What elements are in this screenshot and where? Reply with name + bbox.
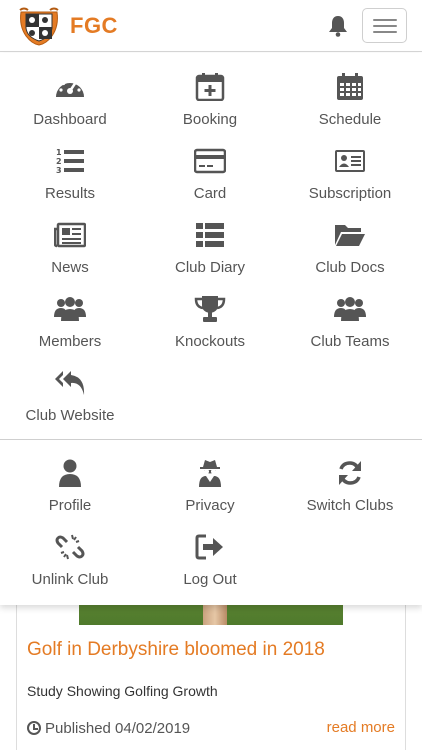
list-table-icon (196, 223, 224, 247)
credit-card-icon (194, 148, 226, 174)
app-header: FGC (0, 0, 422, 52)
svg-text:3: 3 (56, 166, 62, 175)
news-subtitle: Study Showing Golfing Growth (27, 683, 218, 699)
menu-item-label: Club Website (25, 407, 115, 424)
bell-icon[interactable] (328, 15, 348, 37)
menu-item-news[interactable]: News (0, 221, 140, 291)
dashboard-gauge-icon (56, 78, 84, 97)
ordered-list-icon: 1 2 3 (56, 148, 84, 175)
news-date: Published 04/02/2019 (27, 719, 190, 737)
hamburger-bar (373, 19, 397, 21)
brand-name[interactable]: FGC (70, 13, 118, 39)
menu-item-switch-clubs[interactable]: Switch Clubs (280, 459, 420, 529)
menu-item-label: Club Diary (174, 259, 246, 276)
menu-item-club-docs[interactable]: Club Docs (280, 221, 420, 291)
menu-item-label: Switch Clubs (306, 497, 394, 514)
menu-item-club-teams[interactable]: Club Teams (280, 295, 420, 365)
menu-item-card[interactable]: Card (140, 147, 280, 217)
user-secret-icon (199, 460, 221, 487)
menu-item-club-diary[interactable]: Club Diary (140, 221, 280, 291)
menu-item-label: Results (44, 185, 96, 202)
menu-item-label: Schedule (318, 111, 382, 128)
menu-divider (0, 439, 422, 440)
clock-icon (27, 721, 41, 735)
menu-item-results[interactable]: 1 2 3 Results (0, 147, 140, 217)
newspaper-icon (54, 222, 86, 248)
folder-open-icon (335, 225, 365, 246)
menu-item-unlink-club[interactable]: Unlink Club (0, 533, 140, 603)
news-title[interactable]: Golf in Derbyshire bloomed in 2018 (27, 639, 325, 661)
menu-item-profile[interactable]: Profile (0, 459, 140, 529)
menu-item-booking[interactable]: Booking (140, 73, 280, 143)
menu-item-label: Members (38, 333, 102, 350)
menu-item-label: Subscription (308, 185, 392, 202)
menu-item-log-out[interactable]: Log Out (140, 533, 280, 603)
menu-toggle-button[interactable] (362, 8, 407, 43)
menu-item-label: Card (193, 185, 227, 202)
svg-text:1: 1 (56, 148, 62, 157)
calendar-plus-icon (195, 73, 225, 101)
user-icon (59, 459, 81, 487)
menu-item-label: Log Out (183, 571, 237, 588)
menu-item-label: Knockouts (174, 333, 246, 350)
menu-item-label: Privacy (185, 497, 235, 514)
trophy-icon (194, 296, 226, 322)
menu-item-schedule[interactable]: Schedule (280, 73, 420, 143)
club-crest-logo[interactable] (18, 6, 60, 46)
menu-item-club-website[interactable]: Club Website (0, 369, 140, 439)
menu-item-label: Unlink Club (31, 571, 109, 588)
menu-item-subscription[interactable]: Subscription (280, 147, 420, 217)
sign-out-icon (195, 534, 223, 560)
svg-text:2: 2 (56, 157, 62, 166)
reply-all-icon (55, 371, 85, 395)
menu-item-label: Booking (182, 111, 238, 128)
refresh-icon (339, 461, 361, 485)
unlink-icon (55, 534, 85, 560)
dropdown-menu: Dashboard Booking Schedule 1 2 3 Results… (0, 53, 422, 605)
menu-item-label: News (51, 259, 89, 276)
news-published-text: Published 04/02/2019 (45, 720, 191, 737)
id-card-icon (335, 150, 365, 172)
hamburger-bar (373, 31, 397, 33)
menu-item-knockouts[interactable]: Knockouts (140, 295, 280, 365)
menu-item-label: Profile (48, 497, 92, 514)
menu-item-dashboard[interactable]: Dashboard (0, 73, 140, 143)
menu-item-privacy[interactable]: Privacy (140, 459, 280, 529)
menu-item-label: Dashboard (33, 111, 107, 128)
hamburger-bar (373, 25, 397, 27)
calendar-grid-icon (337, 73, 363, 100)
menu-item-label: Club Teams (310, 333, 390, 350)
menu-item-label: Club Docs (315, 259, 385, 276)
read-more-link[interactable]: read more (327, 719, 395, 736)
team-icon (334, 297, 366, 321)
users-icon (54, 297, 86, 321)
menu-item-members[interactable]: Members (0, 295, 140, 365)
